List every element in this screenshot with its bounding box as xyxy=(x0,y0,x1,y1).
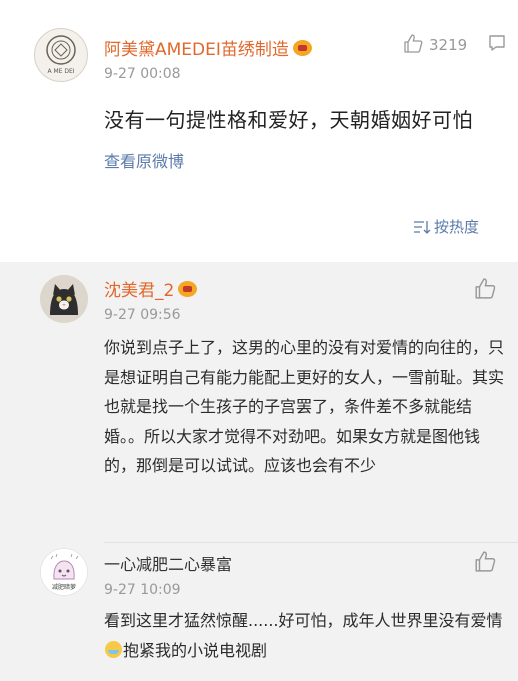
reply-text-part: 看到这里才猛然惊醒......好可怕，成年人世界里没有爱情 xyxy=(104,611,503,630)
reply-text: 你说到点子上了，这男的心里的没有对爱情的向往的，只是想证明自己有能力能配上更好的… xyxy=(104,338,505,475)
divider xyxy=(104,542,518,543)
original-comment: A ME DEI 阿美黛AMEDEI苗绣制造 9-27 00:08 3219 没… xyxy=(0,0,518,262)
view-original-link[interactable]: 查看原微博 xyxy=(104,148,184,172)
comment-text: 没有一句提性格和爱好，天朝婚姻好可怕 xyxy=(104,108,473,132)
thumbs-up-icon xyxy=(404,34,423,53)
avatar[interactable] xyxy=(40,275,88,323)
svg-text:减肥暗萝: 减肥暗萝 xyxy=(52,583,76,591)
sort-button[interactable]: 按热度 xyxy=(413,216,479,237)
username[interactable]: 一心减肥二心暴富 xyxy=(104,551,232,575)
comment-icon[interactable] xyxy=(488,34,506,56)
sort-icon xyxy=(414,221,431,234)
svg-text:A ME DEI: A ME DEI xyxy=(47,68,74,75)
like-button[interactable]: 3219 xyxy=(403,34,467,54)
like-button[interactable] xyxy=(474,551,502,573)
timestamp: 9-27 00:08 xyxy=(104,66,181,82)
vip-badge-icon xyxy=(178,281,198,297)
reply-text-part: 抱紧我的小说电视剧 xyxy=(123,641,268,660)
like-button[interactable] xyxy=(474,278,502,300)
username[interactable]: 阿美黛AMEDEI苗绣制造 xyxy=(104,35,312,60)
cat-avatar-icon xyxy=(40,275,88,323)
reply-text: 看到这里才猛然惊醒......好可怕，成年人世界里没有爱情抱紧我的小说电视剧 xyxy=(104,606,504,666)
username[interactable]: 沈美君_2 xyxy=(104,276,198,301)
avatar[interactable]: A ME DEI xyxy=(34,28,88,82)
avatar[interactable]: 减肥暗萝 xyxy=(40,548,88,596)
timestamp: 9-27 09:56 xyxy=(104,307,181,323)
seal-logo-icon: A ME DEI xyxy=(46,35,76,75)
like-count: 3219 xyxy=(429,36,468,54)
sort-label[interactable]: 按热度 xyxy=(434,218,479,236)
username-text[interactable]: 沈美君_2 xyxy=(104,281,174,301)
sweat-smile-emoji-icon xyxy=(105,641,122,658)
thumbs-up-icon xyxy=(475,551,496,572)
cartoon-avatar-icon: 减肥暗萝 xyxy=(41,549,87,595)
thumbs-up-icon xyxy=(475,278,496,299)
vip-badge-icon xyxy=(292,40,312,56)
timestamp: 9-27 10:09 xyxy=(104,582,181,598)
username-text[interactable]: 阿美黛AMEDEI苗绣制造 xyxy=(104,40,289,60)
